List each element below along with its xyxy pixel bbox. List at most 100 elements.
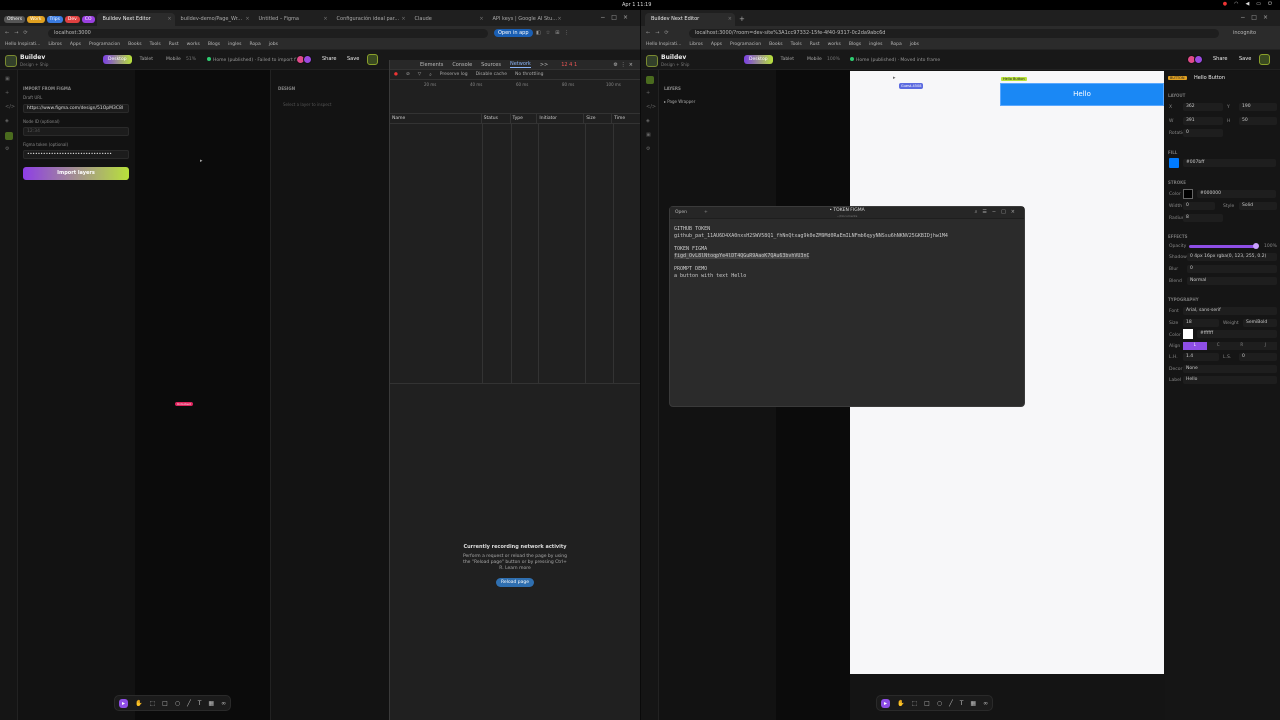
bookmark[interactable]: Ropa: [249, 42, 260, 47]
layers-icon[interactable]: [646, 76, 654, 84]
collaborator-avatars[interactable]: [296, 55, 312, 64]
node-id-input[interactable]: 12:34: [23, 127, 129, 136]
panel-toggle-icon[interactable]: [367, 54, 378, 65]
assets-icon[interactable]: ▣: [646, 132, 654, 140]
link-tool-icon[interactable]: ∞: [983, 700, 988, 707]
blend-select[interactable]: Normal: [1187, 277, 1277, 285]
battery-icon[interactable]: ▭: [1256, 1, 1261, 7]
opacity-slider[interactable]: [1189, 245, 1255, 248]
y-input[interactable]: 190: [1239, 103, 1277, 111]
col-initiator[interactable]: Initiator: [537, 113, 585, 124]
collaborator-avatars[interactable]: [1187, 55, 1203, 64]
layers-icon[interactable]: ◈: [5, 118, 13, 126]
reload-page-button[interactable]: Reload page: [496, 578, 534, 587]
settings-icon[interactable]: ⚙: [5, 146, 13, 154]
devtools-actions-icon[interactable]: ⚙⋮×: [613, 62, 636, 68]
devtools-tab-more[interactable]: >>: [540, 62, 548, 68]
text-tool-icon[interactable]: T: [960, 700, 964, 707]
nav-arrows-icon[interactable]: ←→⟳: [5, 30, 33, 36]
bookmark[interactable]: works: [828, 42, 841, 47]
network-timeline[interactable]: 20 ms 40 ms 60 ms 80 ms 100 ms: [390, 80, 640, 114]
browser-tab[interactable]: Untitled – Figma ×: [253, 13, 331, 26]
add-icon[interactable]: +: [5, 90, 13, 98]
window-controls[interactable]: −□×: [1240, 14, 1274, 21]
components-icon[interactable]: ◈: [646, 118, 654, 126]
system-tray[interactable]: ● ◠ ◀ ▭ ⏻: [1223, 1, 1272, 7]
image-tool-icon[interactable]: ▦: [208, 700, 214, 707]
pages-icon[interactable]: ▣: [5, 76, 13, 84]
size-input[interactable]: 18: [1183, 319, 1219, 327]
record-icon[interactable]: ●: [394, 72, 398, 77]
clear-icon[interactable]: ⊘: [406, 72, 410, 77]
devtools-badges[interactable]: 12 4 1: [561, 62, 577, 68]
frame-tool-icon[interactable]: ⬚: [150, 700, 156, 707]
rotation-input[interactable]: 0: [1183, 129, 1223, 137]
align-center-button[interactable]: C: [1206, 342, 1230, 350]
bookmark[interactable]: Apps: [70, 42, 81, 47]
font-input[interactable]: Arial, sans-serif: [1183, 307, 1277, 315]
bookmark[interactable]: jobs: [269, 42, 278, 47]
save-button[interactable]: Save: [1239, 56, 1251, 62]
text-editor-content[interactable]: GITHUB TOKEN github_pat_11AU6D4XA0nxsH2SW…: [670, 219, 1024, 287]
url-input[interactable]: localhost:3000: [48, 28, 488, 38]
bookmark[interactable]: Ropa: [890, 42, 901, 47]
bookmark[interactable]: Books: [128, 42, 142, 47]
tab-group-pill[interactable]: Others: [4, 16, 26, 23]
link-tool-icon[interactable]: ∞: [221, 700, 226, 707]
weight-select[interactable]: SemiBold: [1243, 319, 1277, 327]
devtools-tab[interactable]: Elements: [420, 62, 443, 68]
fill-input[interactable]: #007bff: [1183, 159, 1276, 167]
devtools-tab-network[interactable]: Network: [509, 61, 531, 68]
zoom-level[interactable]: 100%: [827, 57, 840, 62]
stroke-width-input[interactable]: 0: [1183, 202, 1215, 210]
bookmark[interactable]: works: [187, 42, 200, 47]
disable-cache-checkbox[interactable]: Disable cache: [476, 72, 507, 77]
close-icon[interactable]: ×: [323, 16, 327, 22]
devtools-tab[interactable]: Console: [452, 62, 472, 68]
close-icon[interactable]: ×: [557, 16, 561, 22]
bookmark[interactable]: Libros: [48, 42, 61, 47]
close-icon[interactable]: ×: [245, 16, 249, 22]
align-right-button[interactable]: R: [1230, 342, 1254, 350]
import-layers-button[interactable]: Import layers: [23, 167, 129, 180]
hand-tool-icon[interactable]: ✋: [897, 700, 904, 707]
power-icon[interactable]: ⏻: [1268, 1, 1272, 7]
layer-item[interactable]: ▸ Page Wrapper: [664, 99, 695, 104]
opacity-slider-thumb[interactable]: [1253, 243, 1259, 249]
letter-spacing-input[interactable]: 0: [1239, 353, 1277, 361]
align-left-button[interactable]: L: [1183, 342, 1207, 350]
browser-tab[interactable]: API keys | Google AI Stu... ×: [487, 13, 565, 26]
nav-arrows-icon[interactable]: ←→⟳: [646, 30, 674, 36]
browser-actions-icon[interactable]: ◧☆⊞⋮: [536, 30, 574, 36]
bookmark[interactable]: Hello Inspirati...: [5, 42, 40, 47]
select-tool-icon[interactable]: ▸: [881, 698, 891, 708]
align-justify-button[interactable]: J: [1253, 342, 1277, 350]
col-name[interactable]: Name: [390, 113, 482, 124]
wifi-icon[interactable]: ◠: [1234, 1, 1238, 7]
blur-input[interactable]: 0: [1187, 265, 1277, 273]
bookmark[interactable]: Programacion: [730, 42, 761, 47]
text-tool-icon[interactable]: T: [198, 700, 202, 707]
tab-tablet[interactable]: Tablet: [776, 55, 799, 64]
h-input[interactable]: 50: [1239, 117, 1277, 125]
filter-icon[interactable]: ▽: [418, 72, 421, 77]
bookmark[interactable]: Blogs: [208, 42, 220, 47]
draft-url-input[interactable]: https://www.figma.com/design/51OpM3C8l: [23, 104, 129, 113]
stroke-style-select[interactable]: Solid: [1239, 202, 1277, 210]
avatar[interactable]: [303, 55, 312, 64]
tab-mobile[interactable]: Mobile: [161, 55, 186, 64]
browser-tab[interactable]: Claude ×: [409, 13, 487, 26]
shadow-input[interactable]: 0 4px 16px rgba(0, 123, 255, 0.2): [1187, 253, 1277, 261]
stroke-swatch[interactable]: [1183, 189, 1193, 199]
open-in-app-button[interactable]: Open in app: [494, 29, 533, 37]
close-icon[interactable]: ×: [401, 16, 405, 22]
line-tool-icon[interactable]: ╱: [187, 700, 191, 707]
label-input[interactable]: Hello: [1183, 376, 1277, 384]
tab-group-pill[interactable]: Dev: [64, 16, 80, 23]
editor-window-controls[interactable]: ⌕☰−□×: [975, 209, 1020, 215]
preserve-log-checkbox[interactable]: Preserve log: [440, 72, 468, 77]
save-button[interactable]: Save: [347, 56, 359, 62]
bookmark[interactable]: Tools: [150, 42, 161, 47]
radius-input[interactable]: 8: [1183, 214, 1223, 222]
settings-icon[interactable]: ⚙: [646, 146, 654, 154]
